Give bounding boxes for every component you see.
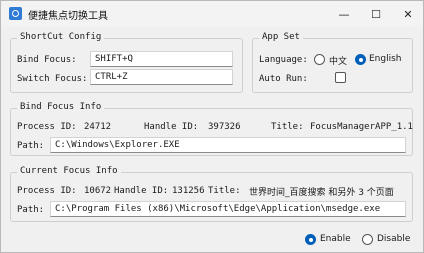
close-button[interactable]: ✕ xyxy=(393,1,423,27)
language-label: Language: xyxy=(259,55,308,65)
bind-pid-label: Process ID: xyxy=(17,122,77,132)
disable-radio[interactable] xyxy=(362,234,373,245)
minimize-button[interactable]: — xyxy=(329,1,359,27)
switch-focus-input[interactable]: CTRL+Z xyxy=(90,69,233,85)
app-set-legend: App Set xyxy=(259,32,303,42)
bind-title-value: FocusManagerAPP_1.1 xyxy=(310,122,413,132)
bind-focus-label: Bind Focus: xyxy=(17,55,77,65)
bind-focus-info-legend: Bind Focus Info xyxy=(17,102,105,112)
language-en-radio[interactable] xyxy=(355,54,366,65)
language-zh-label[interactable]: 中文 xyxy=(329,54,347,67)
bind-path-field[interactable]: C:\Windows\Explorer.EXE xyxy=(50,137,406,153)
language-en-label[interactable]: English xyxy=(369,54,402,64)
enable-radio[interactable] xyxy=(305,234,316,245)
autorun-checkbox[interactable] xyxy=(335,72,346,83)
bind-handle-value: 397326 xyxy=(208,122,241,132)
current-title-label: Title: xyxy=(208,186,241,196)
switch-focus-label: Switch Focus: xyxy=(17,74,88,84)
current-title-value: 世界时间_百度搜索 和另外 3 个页面 xyxy=(249,188,394,198)
bind-path-label: Path: xyxy=(17,141,45,151)
current-pid-value: 10672 xyxy=(84,186,112,196)
bind-title-label: Title: xyxy=(271,122,304,132)
current-handle-label: Handle ID: xyxy=(114,186,169,196)
autorun-label: Auto Run: xyxy=(259,74,308,84)
language-zh-radio[interactable] xyxy=(314,54,325,65)
current-path-field[interactable]: C:\Program Files (x86)\Microsoft\Edge\Ap… xyxy=(50,201,406,217)
current-pid-label: Process ID: xyxy=(17,186,77,196)
title-bar[interactable]: 便捷焦点切换工具 — ☐ ✕ xyxy=(1,1,423,27)
bind-focus-input[interactable]: SHIFT+Q xyxy=(90,51,233,67)
maximize-button[interactable]: ☐ xyxy=(361,1,391,27)
bind-pid-value: 24712 xyxy=(84,122,112,132)
app-logo-icon xyxy=(9,7,22,20)
current-path-label: Path: xyxy=(17,205,45,215)
bind-handle-label: Handle ID: xyxy=(144,122,199,132)
shortcut-config-legend: ShortCut Config xyxy=(17,32,105,42)
window-title: 便捷焦点切换工具 xyxy=(28,11,108,22)
app-window: 便捷焦点切换工具 — ☐ ✕ ShortCut Config Bind Focu… xyxy=(0,0,424,253)
enable-label[interactable]: Enable xyxy=(320,234,351,244)
current-handle-value: 131256 xyxy=(172,186,205,196)
disable-label[interactable]: Disable xyxy=(377,234,410,244)
current-focus-info-legend: Current Focus Info xyxy=(17,166,121,176)
